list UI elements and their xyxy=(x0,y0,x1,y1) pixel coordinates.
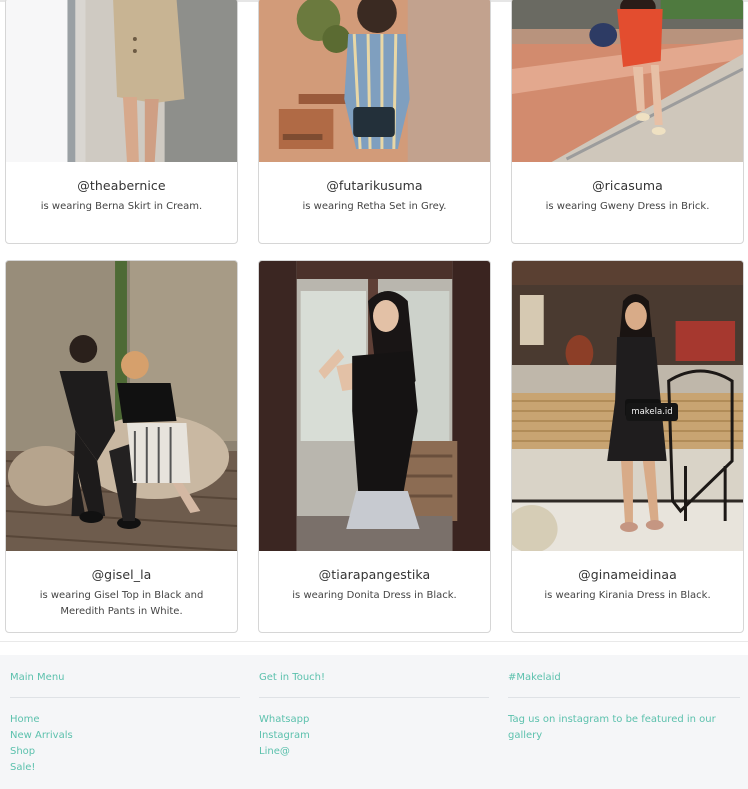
gallery-card[interactable]: makela.id @ginameidinaa is wearing Kiran… xyxy=(511,260,744,633)
footer-link-shop[interactable]: Shop xyxy=(10,744,240,760)
instagram-handle[interactable]: @theabernice xyxy=(6,178,237,193)
footer-link-instagram[interactable]: Instagram xyxy=(259,728,489,744)
gallery-card[interactable]: @theabernice is wearing Berna Skirt in C… xyxy=(5,0,238,244)
instagram-handle[interactable]: @ricasuma xyxy=(512,178,743,193)
footer-link-line[interactable]: Line@ xyxy=(259,744,489,760)
outfit-caption: is wearing Retha Set in Grey. xyxy=(302,201,447,212)
footer-heading: Get in Touch! xyxy=(259,672,326,683)
instagram-handle[interactable]: @tiarapangestika xyxy=(259,567,490,582)
gallery-photo[interactable] xyxy=(6,0,237,162)
footer-link-home[interactable]: Home xyxy=(10,712,240,728)
section-divider xyxy=(0,641,748,642)
footer-link-whatsapp[interactable]: Whatsapp xyxy=(259,712,489,728)
outfit-caption: is wearing Donita Dress in Black. xyxy=(292,590,457,601)
gallery-photo[interactable] xyxy=(512,0,743,162)
outfit-caption: is wearing Kirania Dress in Black. xyxy=(544,590,711,601)
gallery-photo[interactable] xyxy=(259,0,490,162)
footer-get-in-touch: Get in Touch! Whatsapp Instagram Line@ xyxy=(259,672,489,760)
footer-divider xyxy=(259,697,489,698)
footer-divider xyxy=(508,697,740,698)
outfit-caption: is wearing Berna Skirt in Cream. xyxy=(40,201,203,212)
footer-heading: Main Menu xyxy=(10,672,65,683)
gallery-photo[interactable] xyxy=(6,261,237,551)
gallery-card[interactable]: @futarikusuma is wearing Retha Set in Gr… xyxy=(258,0,491,244)
footer-divider xyxy=(10,697,240,698)
instagram-handle[interactable]: @gisel_la xyxy=(6,567,237,582)
outfit-caption: is wearing Gisel Top in Black and Meredi… xyxy=(39,590,204,617)
footer-main-menu: Main Menu Home New Arrivals Shop Sale! xyxy=(10,672,240,776)
site-footer: Main Menu Home New Arrivals Shop Sale! G… xyxy=(0,655,748,789)
outfit-caption: is wearing Gweny Dress in Brick. xyxy=(545,201,710,212)
gallery-card[interactable]: @gisel_la is wearing Gisel Top in Black … xyxy=(5,260,238,633)
footer-hashtag: #Makelaid Tag us on instagram to be feat… xyxy=(508,672,740,744)
footer-heading: #Makelaid xyxy=(508,672,561,683)
gallery-photo[interactable]: makela.id xyxy=(512,261,743,551)
instagram-handle[interactable]: @ginameidinaa xyxy=(512,567,743,582)
instagram-handle[interactable]: @futarikusuma xyxy=(259,178,490,193)
gallery-card[interactable]: @ricasuma is wearing Gweny Dress in Bric… xyxy=(511,0,744,244)
footer-link-sale[interactable]: Sale! xyxy=(10,760,240,776)
watermark-label: makela.id xyxy=(626,403,678,421)
footer-link-new-arrivals[interactable]: New Arrivals xyxy=(10,728,240,744)
footer-instagram-note: Tag us on instagram to be featured in ou… xyxy=(508,714,716,741)
gallery-card[interactable]: @tiarapangestika is wearing Donita Dress… xyxy=(258,260,491,633)
gallery-photo[interactable] xyxy=(259,261,490,551)
